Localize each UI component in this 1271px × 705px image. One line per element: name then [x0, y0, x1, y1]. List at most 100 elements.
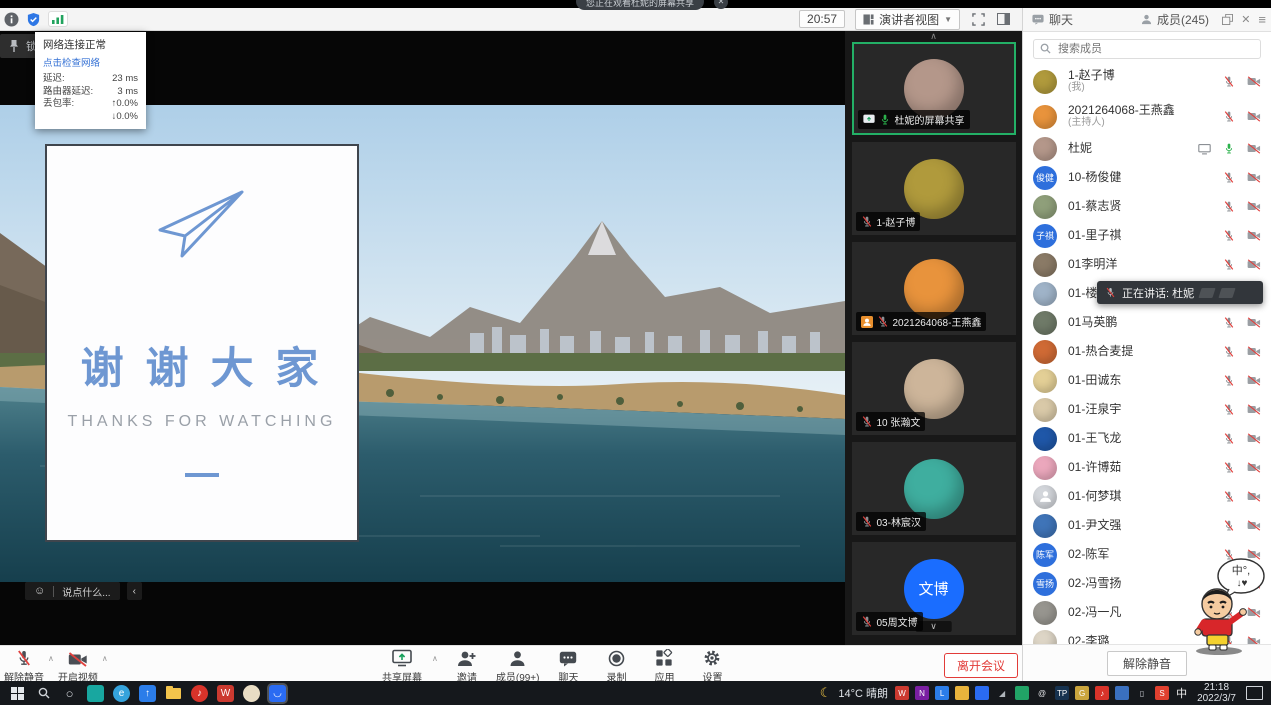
- close-panel-icon[interactable]: ✕: [1241, 13, 1250, 26]
- mic-muted-icon[interactable]: [1223, 374, 1235, 387]
- member-row[interactable]: 01-王飞龙: [1023, 424, 1271, 453]
- say-something-input[interactable]: 说点什么...: [62, 584, 110, 599]
- mic-muted-icon[interactable]: [1223, 110, 1235, 123]
- wps-tray-icon[interactable]: W: [895, 686, 909, 700]
- mic-muted-icon[interactable]: [1223, 75, 1235, 88]
- green-tray-icon[interactable]: [1015, 686, 1029, 700]
- beige-app-icon[interactable]: [243, 685, 260, 702]
- clock-tray-icon[interactable]: L: [935, 686, 949, 700]
- network-signal-icon[interactable]: [48, 11, 68, 27]
- video-thumbnail[interactable]: 杜妮的屏幕共享: [852, 42, 1016, 135]
- camera-off-icon[interactable]: [1247, 172, 1261, 183]
- mic-muted-icon[interactable]: [1223, 519, 1235, 532]
- cast-tray-icon[interactable]: [1115, 686, 1129, 700]
- meeting-tray-icon[interactable]: [975, 686, 989, 700]
- video-thumbnail[interactable]: 2021264068-王燕鑫: [852, 242, 1016, 335]
- fullscreen-icon[interactable]: [972, 13, 985, 26]
- camera-off-icon[interactable]: [1247, 317, 1261, 328]
- camera-off-icon[interactable]: [1247, 143, 1261, 154]
- ime-indicator[interactable]: 中: [1176, 685, 1187, 701]
- emoji-icon[interactable]: ☺: [34, 585, 45, 597]
- gold-tray-icon[interactable]: G: [1075, 686, 1089, 700]
- mic-muted-icon[interactable]: [1223, 316, 1235, 329]
- panel-unmute-button[interactable]: 解除静音: [1107, 651, 1187, 676]
- share-options-chevron[interactable]: ∧: [432, 654, 438, 663]
- tp-tray-icon[interactable]: TP: [1055, 686, 1069, 700]
- taskbar-clock[interactable]: 21:18 2022/3/7: [1197, 682, 1236, 704]
- camera-off-icon[interactable]: [1247, 111, 1261, 122]
- mic-muted-icon[interactable]: [1223, 229, 1235, 242]
- note-tray-icon[interactable]: N: [915, 686, 929, 700]
- check-network-link[interactable]: 点击检查网络: [43, 55, 138, 69]
- mic-muted-icon[interactable]: [861, 415, 873, 428]
- tab-members[interactable]: 成员(245): [1141, 11, 1209, 28]
- mic-active-icon[interactable]: [1223, 142, 1235, 155]
- settings-button[interactable]: 设置: [693, 649, 731, 684]
- apps-button[interactable]: 应用: [645, 649, 683, 684]
- member-row[interactable]: 1-赵子博(我): [1023, 64, 1271, 99]
- member-row[interactable]: 01-许博茹: [1023, 453, 1271, 482]
- video-thumbnail[interactable]: 10 张瀚文: [852, 342, 1016, 435]
- members-button[interactable]: 成员(99+): [496, 649, 540, 684]
- teal-app-icon[interactable]: [87, 685, 104, 702]
- mic-muted-icon[interactable]: [861, 215, 873, 228]
- mic-muted-icon[interactable]: [1223, 432, 1235, 445]
- start-button[interactable]: [9, 685, 26, 702]
- cortana-button[interactable]: ○: [61, 685, 78, 702]
- popout-panel-icon[interactable]: [1222, 14, 1233, 25]
- camera-off-icon[interactable]: [1247, 375, 1261, 386]
- member-row[interactable]: 俊健10-杨俊健: [1023, 163, 1271, 192]
- camera-off-icon[interactable]: [1247, 230, 1261, 241]
- mic-muted-icon[interactable]: [1223, 200, 1235, 213]
- member-row[interactable]: 01-热合麦提: [1023, 337, 1271, 366]
- member-row[interactable]: 01-田诚东: [1023, 366, 1271, 395]
- view-mode-selector[interactable]: 演讲者视图 ▼: [855, 9, 960, 30]
- weather-widget[interactable]: 14°C 晴朗: [838, 685, 888, 701]
- edge-browser-icon[interactable]: e: [113, 685, 130, 702]
- invite-button[interactable]: 邀请: [448, 649, 486, 684]
- search-members-input[interactable]: [1033, 39, 1261, 59]
- camera-off-icon[interactable]: [1247, 201, 1261, 212]
- member-row[interactable]: 01-尹文强: [1023, 511, 1271, 540]
- share-screen-button[interactable]: 共享屏幕: [382, 649, 422, 684]
- camera-off-icon[interactable]: [1247, 76, 1261, 87]
- mic-muted-icon[interactable]: [1223, 171, 1235, 184]
- mic-muted-icon[interactable]: [1223, 345, 1235, 358]
- leave-meeting-button[interactable]: 离开会议: [944, 653, 1018, 678]
- member-row[interactable]: 01-何梦琪: [1023, 482, 1271, 511]
- video-thumbnail[interactable]: 文博05周文博∨: [852, 542, 1016, 635]
- member-row[interactable]: 01马英鹏: [1023, 308, 1271, 337]
- video-thumbnail[interactable]: 03-林宸汉: [852, 442, 1016, 535]
- member-row[interactable]: 01李明洋: [1023, 250, 1271, 279]
- chat-button[interactable]: 聊天: [549, 649, 587, 684]
- camera-off-icon[interactable]: [1247, 520, 1261, 531]
- music-tray-icon[interactable]: ♪: [1095, 686, 1109, 700]
- at-tray-icon[interactable]: @: [1035, 686, 1049, 700]
- panel-menu-icon[interactable]: ≡: [1258, 12, 1266, 27]
- member-row[interactable]: 2021264068-王燕鑫(主持人): [1023, 99, 1271, 134]
- start-video-button[interactable]: 开启视频: [58, 649, 98, 684]
- mic-options-chevron[interactable]: ∧: [48, 654, 54, 663]
- mic-muted-icon[interactable]: [1223, 258, 1235, 271]
- mic-muted-icon[interactable]: [1223, 403, 1235, 416]
- mic-muted-icon[interactable]: [861, 515, 873, 528]
- camera-off-icon[interactable]: [1247, 404, 1261, 415]
- folder-tray-icon[interactable]: [955, 686, 969, 700]
- member-row[interactable]: 01-蔡志贤: [1023, 192, 1271, 221]
- member-row[interactable]: 01-汪泉宇: [1023, 395, 1271, 424]
- mic-muted-icon[interactable]: [861, 615, 873, 628]
- sogou-tray-icon[interactable]: S: [1155, 686, 1169, 700]
- wps-office-icon[interactable]: W: [217, 685, 234, 702]
- security-shield-icon[interactable]: [26, 12, 41, 27]
- mic-muted-icon[interactable]: [877, 315, 889, 328]
- collapse-chat-bar-icon[interactable]: ‹: [127, 582, 142, 600]
- search-button[interactable]: [35, 685, 52, 702]
- camera-off-icon[interactable]: [1247, 433, 1261, 444]
- camera-off-icon[interactable]: [1247, 491, 1261, 502]
- member-row[interactable]: 子祺01-里子祺: [1023, 221, 1271, 250]
- tencent-meeting-icon[interactable]: ◡: [269, 685, 286, 702]
- camera-off-icon[interactable]: [1247, 259, 1261, 270]
- meeting-info-icon[interactable]: [4, 12, 19, 27]
- tab-chat[interactable]: 聊天: [1032, 11, 1073, 28]
- uploader-app-icon[interactable]: ↑: [139, 685, 156, 702]
